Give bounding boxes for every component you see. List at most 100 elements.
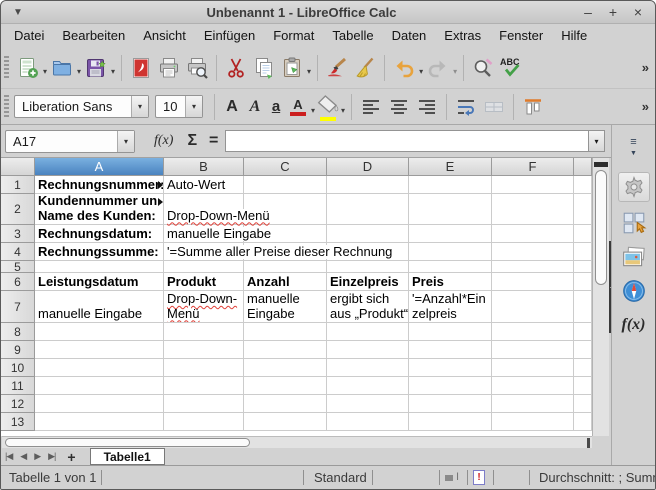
italic-button[interactable]: A <box>244 92 266 122</box>
cell-C13[interactable] <box>244 413 327 431</box>
cell-E12[interactable] <box>409 395 492 413</box>
cell-B9[interactable] <box>164 341 244 359</box>
cell-C11[interactable] <box>244 377 327 395</box>
bold-button[interactable]: A <box>220 92 244 122</box>
cell-B8[interactable] <box>164 323 244 341</box>
row-header-13[interactable]: 13 <box>1 413 35 431</box>
cell-A6[interactable]: Leistungsdatum <box>35 273 164 291</box>
cell-A8[interactable] <box>35 323 164 341</box>
cell-D12[interactable] <box>327 395 409 413</box>
cell-partial-3[interactable] <box>574 225 592 243</box>
toolbar-drag-handle[interactable] <box>4 95 9 119</box>
insert-mode-icon[interactable]: I <box>445 474 459 482</box>
horizontal-scrollbar-thumb[interactable] <box>5 438 250 447</box>
sidebar-settings-icon[interactable]: ≡▼ <box>630 137 637 159</box>
paste-dropdown[interactable]: ▾ <box>307 67 311 76</box>
cell-A10[interactable] <box>35 359 164 377</box>
grid-corner[interactable] <box>1 158 35 176</box>
cell-B3[interactable]: manuelle Eingabe <box>164 225 244 243</box>
redo-button[interactable] <box>424 53 452 83</box>
menu-tabelle[interactable]: Tabelle <box>323 26 382 45</box>
cell-A12[interactable] <box>35 395 164 413</box>
wrap-text-button[interactable] <box>452 92 480 122</box>
cell-C10[interactable] <box>244 359 327 377</box>
copy-button[interactable] <box>250 53 278 83</box>
menu-daten[interactable]: Daten <box>383 26 436 45</box>
cell-B12[interactable] <box>164 395 244 413</box>
align-right-button[interactable] <box>413 92 441 122</box>
cell-E11[interactable] <box>409 377 492 395</box>
cell-D8[interactable] <box>327 323 409 341</box>
cell-E9[interactable] <box>409 341 492 359</box>
cell-F3[interactable] <box>492 225 574 243</box>
first-sheet-icon[interactable]: |◀ <box>1 451 16 462</box>
cell-A1[interactable]: Rechnungsnummer: <box>35 176 164 194</box>
cell-C5[interactable] <box>244 261 327 273</box>
cell-E5[interactable] <box>409 261 492 273</box>
cell-D1[interactable] <box>327 176 409 194</box>
underline-button[interactable]: a <box>266 92 286 122</box>
save-dropdown[interactable]: ▾ <box>111 67 115 76</box>
formula-input-dropdown[interactable]: ▾ <box>588 130 605 152</box>
font-color-button[interactable]: A <box>286 92 310 122</box>
cell-A11[interactable] <box>35 377 164 395</box>
find-replace-button[interactable] <box>469 53 497 83</box>
font-size-dropdown[interactable]: ▾ <box>185 96 202 117</box>
cell-D11[interactable] <box>327 377 409 395</box>
column-header-E[interactable]: E <box>409 158 492 176</box>
menu-hilfe[interactable]: Hilfe <box>552 26 596 45</box>
cell-F11[interactable] <box>492 377 574 395</box>
cell-A9[interactable] <box>35 341 164 359</box>
cell-E10[interactable] <box>409 359 492 377</box>
cell-E2[interactable] <box>409 194 492 225</box>
row-header-9[interactable]: 9 <box>1 341 35 359</box>
cell-C7[interactable]: manuelleEingabe <box>244 291 327 323</box>
save-button[interactable] <box>82 53 110 83</box>
highlight-color-dropdown[interactable]: ▾ <box>341 106 345 115</box>
column-header-C[interactable]: C <box>244 158 327 176</box>
row-header-10[interactable]: 10 <box>1 359 35 377</box>
column-header-A[interactable]: A <box>35 158 164 176</box>
cell-partial-13[interactable] <box>574 413 592 431</box>
sum-icon[interactable]: Σ <box>187 132 197 150</box>
cell-C12[interactable] <box>244 395 327 413</box>
font-color-dropdown[interactable]: ▾ <box>311 106 315 115</box>
close-button[interactable]: × <box>630 4 646 20</box>
cell-C1[interactable] <box>244 176 327 194</box>
cell-B7[interactable]: Drop-Down-Menü <box>164 291 244 323</box>
cell-F13[interactable] <box>492 413 574 431</box>
font-name-dropdown[interactable]: ▾ <box>131 96 148 117</box>
row-header-11[interactable]: 11 <box>1 377 35 395</box>
align-left-button[interactable] <box>357 92 385 122</box>
cell-C9[interactable] <box>244 341 327 359</box>
cell-partial-2[interactable] <box>574 194 592 225</box>
page-style-status[interactable]: Standard <box>314 470 367 485</box>
cell-partial-9[interactable] <box>574 341 592 359</box>
cell-D13[interactable] <box>327 413 409 431</box>
column-header-D[interactable]: D <box>327 158 409 176</box>
minimize-button[interactable]: – <box>580 4 596 20</box>
menu-datei[interactable]: Datei <box>5 26 53 45</box>
cell-partial-5[interactable] <box>574 261 592 273</box>
cell-partial-8[interactable] <box>574 323 592 341</box>
cell-partial-7[interactable] <box>574 291 592 323</box>
spelling-button[interactable]: ABC <box>497 53 525 83</box>
equals-icon[interactable]: = <box>209 132 218 150</box>
cell-partial-11[interactable] <box>574 377 592 395</box>
merge-cells-button[interactable] <box>480 92 508 122</box>
cell-partial-6[interactable] <box>574 273 592 291</box>
cell-E6[interactable]: Preis <box>409 273 492 291</box>
gallery-deck-button[interactable] <box>620 244 648 270</box>
add-sheet-button[interactable]: + <box>59 449 83 465</box>
cell-partial-1[interactable] <box>574 176 592 194</box>
document-modified-icon[interactable]: ! <box>473 470 485 485</box>
toolbar-overflow-button[interactable]: » <box>642 60 649 75</box>
last-sheet-icon[interactable]: ▶| <box>44 451 59 462</box>
print-preview-button[interactable] <box>183 53 211 83</box>
vertical-scrollbar-thumb[interactable] <box>595 170 607 285</box>
open-dropdown[interactable]: ▾ <box>77 67 81 76</box>
formula-input[interactable] <box>225 130 588 152</box>
cell-E8[interactable] <box>409 323 492 341</box>
cell-D7[interactable]: ergibt sichaus „Produkt“ <box>327 291 409 323</box>
functions-deck-button[interactable]: f(x) <box>620 312 648 338</box>
